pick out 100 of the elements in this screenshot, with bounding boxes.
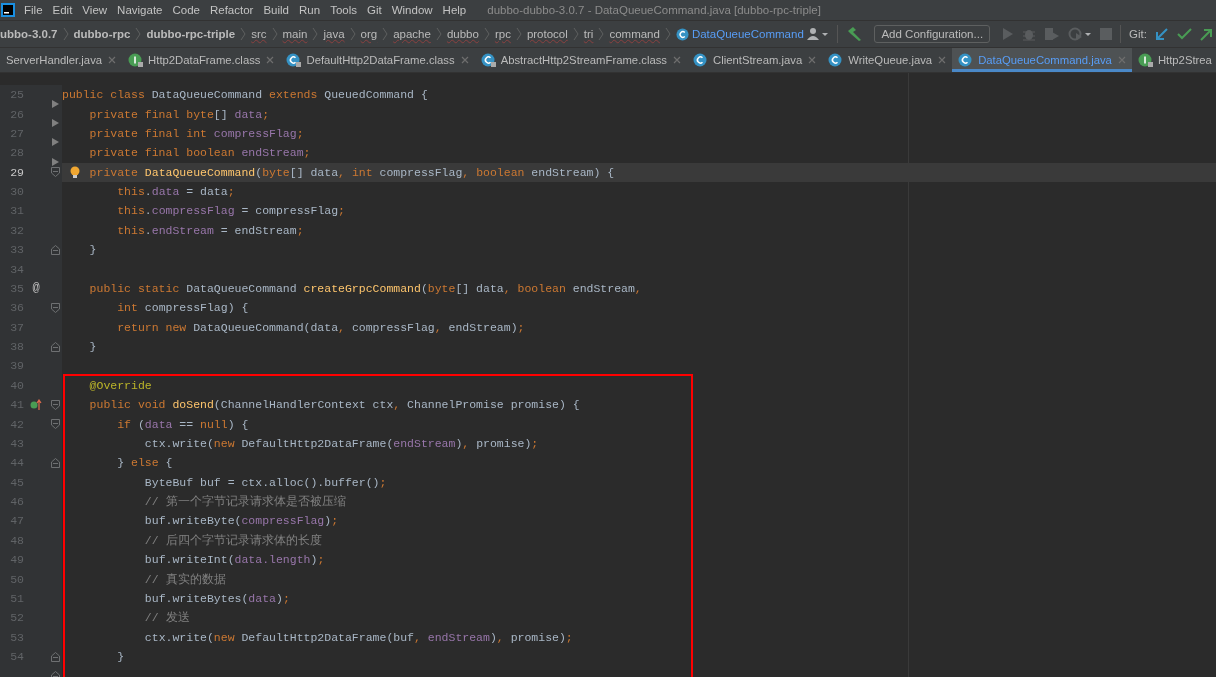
breadcrumb[interactable]: ubbo-3.0.7 bbox=[0, 28, 58, 40]
chevron-icon bbox=[271, 27, 278, 41]
triangle-icon[interactable] bbox=[51, 157, 59, 166]
chevron-icon bbox=[240, 27, 247, 41]
breadcrumb[interactable]: dubbo bbox=[446, 28, 479, 40]
breadcrumb[interactable]: apache bbox=[393, 28, 431, 40]
menu-item[interactable]: File bbox=[19, 4, 48, 16]
menu-item[interactable]: Window bbox=[386, 4, 438, 16]
code-line: ctx.write(new DefaultHttp2DataFrame(buf, endStream), promise); bbox=[144, 630, 573, 644]
fold-icon[interactable] bbox=[50, 167, 60, 178]
breadcrumb[interactable]: main bbox=[282, 28, 308, 40]
breadcrumb[interactable]: java bbox=[323, 28, 345, 40]
chevron-icon bbox=[598, 27, 605, 41]
coverage-icon[interactable] bbox=[1044, 27, 1061, 41]
class-icon bbox=[480, 52, 497, 68]
unfold-icon[interactable] bbox=[50, 341, 60, 352]
code-line: if (data == null) { bbox=[117, 417, 249, 431]
close-icon[interactable] bbox=[266, 56, 275, 64]
stop-icon[interactable] bbox=[1100, 28, 1113, 40]
menu-item[interactable]: Code bbox=[167, 4, 205, 16]
code-line: // 发送 bbox=[144, 610, 190, 626]
code-line: } else { bbox=[117, 456, 173, 470]
close-icon[interactable] bbox=[460, 56, 469, 64]
line-number: 29 bbox=[9, 165, 24, 179]
code-line: private final byte[] data; bbox=[89, 107, 270, 121]
breadcrumb[interactable]: src bbox=[251, 28, 267, 40]
menu-item[interactable]: Help bbox=[437, 4, 472, 16]
code-line: public static DataQueueCommand createGrpcCommand(byte[] data, boolean endStream, bbox=[89, 281, 642, 295]
code-line: this.compressFlag = compressFlag; bbox=[117, 204, 345, 218]
override-marker[interactable]: @ bbox=[32, 281, 40, 296]
breadcrumb[interactable]: protocol bbox=[526, 28, 568, 40]
breadcrumb[interactable]: dubbo-rpc bbox=[73, 28, 131, 40]
window-title: dubbo-dubbo-3.0.7 - DataQueueCommand.java [dubbo-rpc-triple] bbox=[487, 4, 821, 16]
lightbulb-icon[interactable] bbox=[70, 165, 80, 180]
chevron-icon bbox=[135, 27, 142, 41]
menu-item[interactable]: Build bbox=[258, 4, 294, 16]
unfold-icon[interactable] bbox=[50, 670, 60, 677]
editor-tab[interactable]: DefaultHttp2DataFrame.class bbox=[280, 48, 475, 72]
code-line: buf.writeInt(data.length); bbox=[144, 553, 325, 567]
chevron-icon bbox=[62, 27, 69, 41]
chevron-icon bbox=[312, 27, 319, 41]
menu-item[interactable]: View bbox=[77, 4, 113, 16]
editor-tab[interactable]: Http2DataFrame.class bbox=[122, 48, 281, 72]
code-line: private final boolean endStream; bbox=[89, 146, 311, 160]
unfold-icon[interactable] bbox=[50, 651, 60, 662]
push-arrow-icon[interactable] bbox=[1200, 27, 1212, 41]
close-icon[interactable] bbox=[673, 56, 682, 64]
editor-tab[interactable]: AbstractHttp2StreamFrame.class bbox=[474, 48, 688, 72]
code-line: ByteBuf buf = ctx.alloc().buffer(); bbox=[144, 475, 387, 489]
commit-check-icon[interactable] bbox=[1177, 27, 1192, 41]
breadcrumb[interactable]: DataQueueCommand bbox=[691, 28, 804, 40]
editor-tab[interactable]: ServerHandler.java bbox=[0, 48, 123, 72]
class-icon bbox=[675, 27, 689, 41]
unfold-icon[interactable] bbox=[50, 244, 60, 255]
close-icon[interactable] bbox=[938, 56, 947, 64]
editor-tab[interactable]: ClientStream.java bbox=[687, 48, 823, 72]
code-line: private final int compressFlag; bbox=[89, 126, 304, 140]
hammer-icon[interactable] bbox=[846, 26, 863, 42]
interface-icon bbox=[1137, 52, 1154, 68]
triangle-icon[interactable] bbox=[51, 99, 59, 108]
run-icon[interactable] bbox=[1002, 27, 1015, 41]
triangle-icon[interactable] bbox=[51, 119, 59, 128]
triangle-icon[interactable] bbox=[51, 138, 59, 147]
implements-icon[interactable] bbox=[30, 398, 42, 411]
breadcrumb[interactable]: tri bbox=[583, 28, 594, 40]
fold-icon[interactable] bbox=[50, 419, 60, 430]
code-line: } bbox=[89, 340, 97, 354]
menu-item[interactable]: Navigate bbox=[112, 4, 168, 16]
code-line: // 后四个字节记录请求体的长度 bbox=[144, 532, 322, 548]
code-line: this.data = data; bbox=[117, 185, 235, 199]
menu-item[interactable]: Refactor bbox=[204, 4, 259, 16]
menu-item[interactable]: Tools bbox=[325, 4, 362, 16]
menu-item[interactable]: Git bbox=[362, 4, 387, 16]
breadcrumb[interactable]: command bbox=[609, 28, 660, 40]
close-icon[interactable] bbox=[1117, 56, 1126, 64]
menu-item[interactable]: Run bbox=[294, 4, 326, 16]
user-icon[interactable] bbox=[807, 27, 830, 41]
chevron-icon bbox=[382, 27, 389, 41]
breadcrumb[interactable]: dubbo-rpc-triple bbox=[146, 28, 236, 40]
editor-tab[interactable]: WriteQueue.java bbox=[822, 48, 953, 72]
code-line: } bbox=[89, 243, 97, 257]
close-icon[interactable] bbox=[108, 56, 117, 64]
unfold-icon[interactable] bbox=[50, 457, 60, 468]
editor-tab[interactable]: Http2Strea bbox=[1131, 48, 1212, 72]
fold-icon[interactable] bbox=[50, 399, 60, 410]
chevron-icon bbox=[515, 27, 522, 41]
code-line: return new DataQueueCommand(data, compressFlag, endStream); bbox=[117, 320, 525, 334]
interface-icon bbox=[128, 52, 145, 68]
profile-icon[interactable] bbox=[1068, 27, 1093, 41]
menu-item[interactable]: Edit bbox=[47, 4, 78, 16]
code-line: public class DataQueueCommand extends QueuedCommand { bbox=[62, 88, 428, 102]
code-line: buf.writeByte(compressFlag); bbox=[144, 514, 339, 528]
debug-icon[interactable] bbox=[1022, 27, 1037, 41]
fold-icon[interactable] bbox=[50, 302, 60, 313]
add-configuration-button[interactable]: Add Configuration... bbox=[874, 25, 991, 43]
breadcrumb[interactable]: rpc bbox=[494, 28, 511, 40]
code-line: int compressFlag) { bbox=[117, 301, 249, 315]
breadcrumb[interactable]: org bbox=[360, 28, 378, 40]
close-icon[interactable] bbox=[808, 56, 817, 64]
update-arrow-icon[interactable] bbox=[1155, 27, 1169, 41]
